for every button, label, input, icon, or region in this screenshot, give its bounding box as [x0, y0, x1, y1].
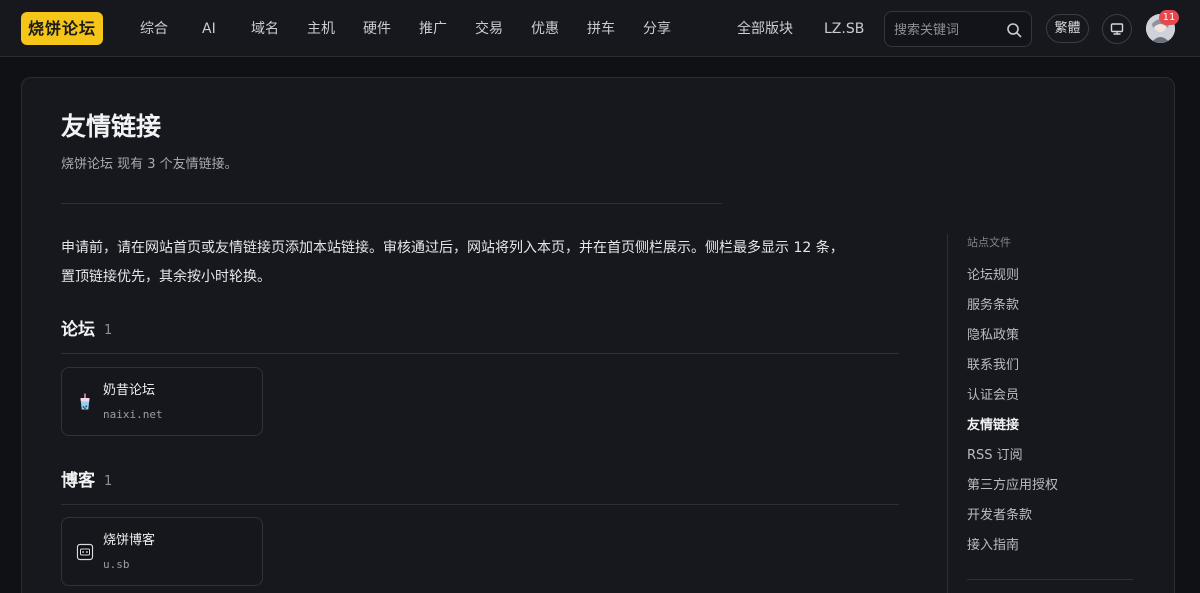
sidebar-item-developer-terms[interactable]: 开发者条款 [967, 507, 1032, 525]
friend-link-name: 奶昔论坛 [103, 383, 156, 398]
section-divider-blog [61, 504, 899, 505]
nav-item-promotion[interactable]: 推广 [419, 19, 447, 39]
sidebar-item-rss[interactable]: RSS 订阅 [967, 447, 1023, 465]
nav-all-boards[interactable]: 全部版块 [737, 19, 793, 39]
page-subtitle: 烧饼论坛 现有 3 个友情链接。 [61, 157, 238, 172]
search-icon[interactable] [1006, 22, 1022, 38]
nav-item-hosting[interactable]: 主机 [307, 19, 335, 39]
friend-link-url: naixi.net [103, 408, 163, 421]
section-divider-forum [61, 353, 899, 354]
sidebar-item-terms[interactable]: 服务条款 [967, 297, 1019, 315]
nav-item-share[interactable]: 分享 [643, 19, 671, 39]
section-count-blog: 1 [104, 474, 113, 489]
milk-tea-icon [80, 393, 90, 410]
search-box[interactable] [884, 11, 1032, 47]
title-divider [61, 203, 722, 204]
page-title: 友情链接 [61, 112, 162, 141]
intro-text: 申请前，请在网站首页或友情链接页添加本站链接。审核通过后，网站将列入本页，并在首… [61, 234, 911, 292]
friend-link-card-shaobing-blog[interactable]: 烧饼博客 u.sb [61, 517, 263, 586]
sidebar-item-third-party-auth[interactable]: 第三方应用授权 [967, 477, 1058, 495]
nav-item-ai[interactable]: AI [202, 19, 216, 39]
monitor-icon [1110, 23, 1124, 35]
nav-item-domain[interactable]: 域名 [251, 19, 279, 39]
nav-item-carpool[interactable]: 拼车 [587, 19, 615, 39]
site-logo[interactable]: 烧饼论坛 [21, 12, 103, 45]
notification-badge[interactable]: 11 [1159, 10, 1179, 25]
sidebar-divider [947, 234, 948, 593]
sidebar-item-integration-guide[interactable]: 接入指南 [967, 537, 1019, 555]
sidebar-heading: 站点文件 [967, 236, 1011, 249]
nav-item-deals[interactable]: 优惠 [531, 19, 559, 39]
section-title-forum: 论坛 [61, 320, 95, 340]
sidebar-item-privacy[interactable]: 隐私政策 [967, 327, 1019, 345]
nav-item-general[interactable]: 综合 [140, 19, 168, 39]
friend-link-url: u.sb [103, 558, 130, 571]
nav-item-hardware[interactable]: 硬件 [363, 19, 391, 39]
sidebar-item-contact[interactable]: 联系我们 [967, 357, 1019, 375]
nav-item-trade[interactable]: 交易 [475, 19, 503, 39]
intro-line-1: 申请前，请在网站首页或友情链接页添加本站链接。审核通过后，网站将列入本页，并在首… [61, 240, 844, 256]
language-toggle-button[interactable]: 繁體 [1046, 14, 1089, 43]
friend-link-name: 烧饼博客 [103, 533, 156, 548]
search-input[interactable] [894, 20, 1004, 40]
sidebar-bottom-divider [967, 579, 1133, 580]
sidebar-item-forum-rules[interactable]: 论坛规则 [967, 267, 1019, 285]
sidebar-item-friend-links[interactable]: 友情链接 [967, 417, 1019, 435]
display-mode-button[interactable] [1102, 14, 1132, 44]
nav-lzsb[interactable]: LZ.SB [824, 19, 864, 39]
intro-line-2: 置顶链接优先，其余按小时轮换。 [61, 269, 271, 285]
section-title-blog: 博客 [61, 471, 95, 491]
sb-logo-icon [76, 543, 94, 561]
friend-link-card-naixi[interactable]: 奶昔论坛 naixi.net [61, 367, 263, 436]
section-count-forum: 1 [104, 323, 113, 338]
sidebar-item-verified[interactable]: 认证会员 [967, 387, 1019, 405]
